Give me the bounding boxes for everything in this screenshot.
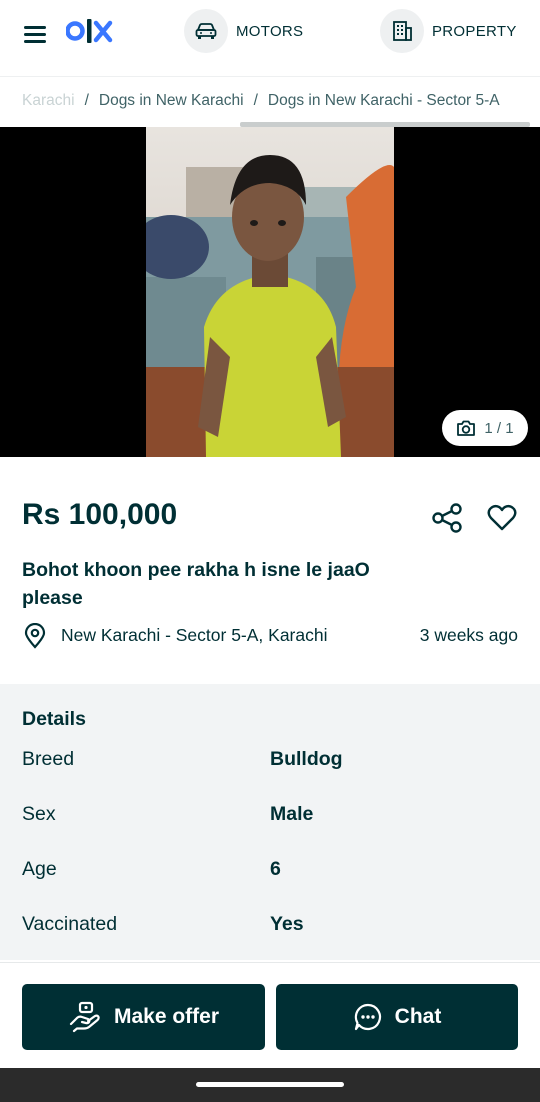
make-offer-label: Make offer xyxy=(113,1005,220,1028)
location-pin-icon xyxy=(24,623,46,649)
chat-bubble-icon xyxy=(354,1003,381,1031)
camera-icon xyxy=(457,420,476,436)
offer-hand-icon xyxy=(69,1001,100,1033)
heart-icon[interactable] xyxy=(486,502,518,534)
olx-logo[interactable] xyxy=(66,14,114,48)
top-header: MOTORS PROPERTY xyxy=(0,0,540,72)
location-row: New Karachi - Sector 5-A, Karachi 3 week… xyxy=(22,622,522,650)
detail-row-breed: Breed Bulldog xyxy=(22,748,522,778)
detail-key: Age xyxy=(22,858,57,880)
chat-label: Chat xyxy=(394,1005,442,1028)
car-icon xyxy=(184,9,228,53)
listing-location: New Karachi - Sector 5-A, Karachi xyxy=(61,625,328,645)
building-icon xyxy=(380,9,424,53)
detail-value: Bulldog xyxy=(270,748,343,770)
detail-value: Yes xyxy=(270,913,304,935)
detail-row-age: Age 6 xyxy=(22,858,522,888)
action-bar: Make offer Chat xyxy=(0,962,540,1068)
detail-key: Sex xyxy=(22,803,56,825)
detail-row-vaccinated: Vaccinated Yes xyxy=(22,913,522,943)
breadcrumb: Karachi / Dogs in New Karachi / Dogs in New … xyxy=(0,76,540,127)
menu-icon[interactable] xyxy=(24,24,46,43)
listing-posted-time: 3 weeks ago xyxy=(419,625,518,645)
make-offer-button[interactable]: Make offer xyxy=(22,984,265,1050)
system-nav-bar xyxy=(0,1068,540,1102)
image-counter[interactable]: 1 / 1 xyxy=(442,410,528,446)
details-section: Details Breed Bulldog Sex Male Age 6 Vac… xyxy=(0,684,540,960)
detail-key: Vaccinated xyxy=(22,913,118,935)
image-counter-text: 1 / 1 xyxy=(484,419,514,437)
detail-row-sex: Sex Male xyxy=(22,803,522,833)
breadcrumb-item-dogs-new-karachi[interactable]: Dogs in New Karachi xyxy=(99,92,244,109)
image-gallery[interactable]: 1 / 1 xyxy=(0,127,540,457)
breadcrumb-item-karachi[interactable]: Karachi xyxy=(22,92,75,109)
detail-key: Breed xyxy=(22,748,75,770)
chat-button[interactable]: Chat xyxy=(276,984,518,1050)
detail-value: Male xyxy=(270,803,314,825)
category-motors[interactable]: MOTORS xyxy=(184,8,303,54)
listing-photo[interactable] xyxy=(146,127,394,457)
listing-price: Rs 100,000 xyxy=(22,498,178,531)
home-indicator[interactable] xyxy=(196,1082,344,1087)
breadcrumb-separator: / xyxy=(253,92,258,109)
listing-title: Bohot khoon pee rakha h isne le jaaO ple… xyxy=(22,559,370,609)
details-heading: Details xyxy=(22,708,86,730)
breadcrumb-separator: / xyxy=(84,92,89,109)
detail-value: 6 xyxy=(270,858,281,880)
share-icon[interactable] xyxy=(430,502,464,534)
category-label: PROPERTY xyxy=(432,22,517,40)
breadcrumb-item-dogs-sector-5a[interactable]: Dogs in New Karachi - Sector 5-A xyxy=(268,92,500,109)
category-property[interactable]: PROPERTY xyxy=(380,8,517,54)
category-label: MOTORS xyxy=(236,22,304,40)
